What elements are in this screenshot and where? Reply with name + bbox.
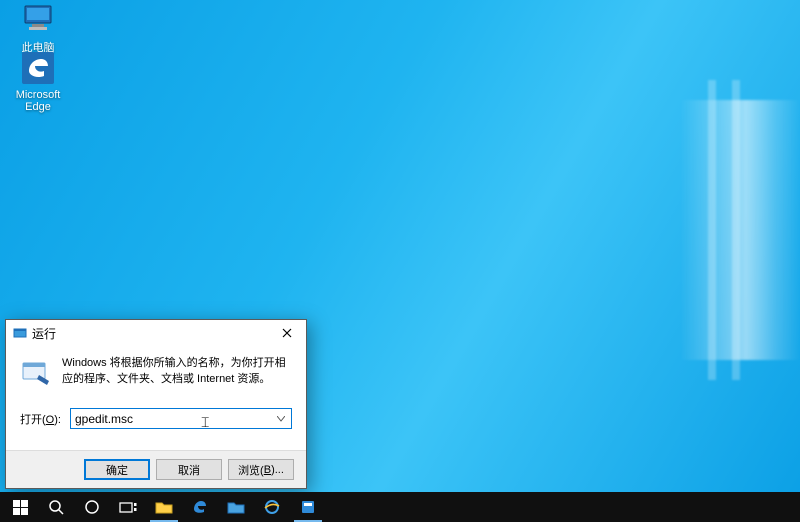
cortana-circle-icon xyxy=(84,499,100,515)
run-dialog-body: Windows 将根据你所输入的名称，为你打开相应的程序、文件夹、文档或 Int… xyxy=(6,346,306,435)
run-dialog-titlebar[interactable]: 运行 xyxy=(6,320,306,346)
cancel-button[interactable]: 取消 xyxy=(156,459,222,480)
taskbar-search-button[interactable] xyxy=(38,492,74,522)
ie-icon xyxy=(263,498,281,516)
wallpaper-light-beam xyxy=(680,100,800,360)
windows-logo-icon xyxy=(13,500,28,515)
run-program-icon xyxy=(20,356,52,388)
close-icon xyxy=(282,328,292,338)
edge-icon xyxy=(191,498,209,516)
open-input[interactable] xyxy=(71,409,291,428)
this-pc-icon xyxy=(20,0,56,36)
open-combobox[interactable]: ⌶ xyxy=(70,408,292,429)
desktop[interactable]: 此电脑 Microsoft Edge 运行 xyxy=(0,0,800,522)
taskbar-file-explorer[interactable] xyxy=(146,492,182,522)
run-dialog-button-row: 确定 取消 浏览(B)... xyxy=(6,450,306,488)
search-icon xyxy=(48,499,64,515)
app-icon xyxy=(300,499,316,515)
ok-button[interactable]: 确定 xyxy=(84,459,150,480)
task-view-icon xyxy=(119,500,137,514)
run-dialog-title: 运行 xyxy=(28,325,270,342)
taskbar-task-view-button[interactable] xyxy=(110,492,146,522)
folder-icon xyxy=(227,500,245,514)
run-dialog-icon xyxy=(12,325,28,341)
chevron-down-icon[interactable] xyxy=(273,409,289,428)
run-description: Windows 将根据你所输入的名称，为你打开相应的程序、文件夹、文档或 Int… xyxy=(62,356,292,388)
taskbar-cortana-button[interactable] xyxy=(74,492,110,522)
edge-icon xyxy=(20,50,56,86)
taskbar-edge[interactable] xyxy=(182,492,218,522)
run-dialog: 运行 Windows 将根据你所输入的名称，为你打开相应的程序、文件夹、文档或 … xyxy=(5,319,307,489)
start-button[interactable] xyxy=(2,492,38,522)
folder-icon xyxy=(155,500,173,514)
taskbar xyxy=(0,492,800,522)
close-button[interactable] xyxy=(270,322,304,344)
taskbar-running-app[interactable] xyxy=(290,492,326,522)
desktop-icon-this-pc[interactable]: 此电脑 xyxy=(2,0,74,55)
browse-button[interactable]: 浏览(B)... xyxy=(228,459,294,480)
desktop-icon-label: Microsoft Edge xyxy=(2,89,74,113)
taskbar-ie[interactable] xyxy=(254,492,290,522)
taskbar-explorer-window[interactable] xyxy=(218,492,254,522)
desktop-icon-edge[interactable]: Microsoft Edge xyxy=(2,50,74,113)
open-label: 打开(O): xyxy=(20,411,70,427)
